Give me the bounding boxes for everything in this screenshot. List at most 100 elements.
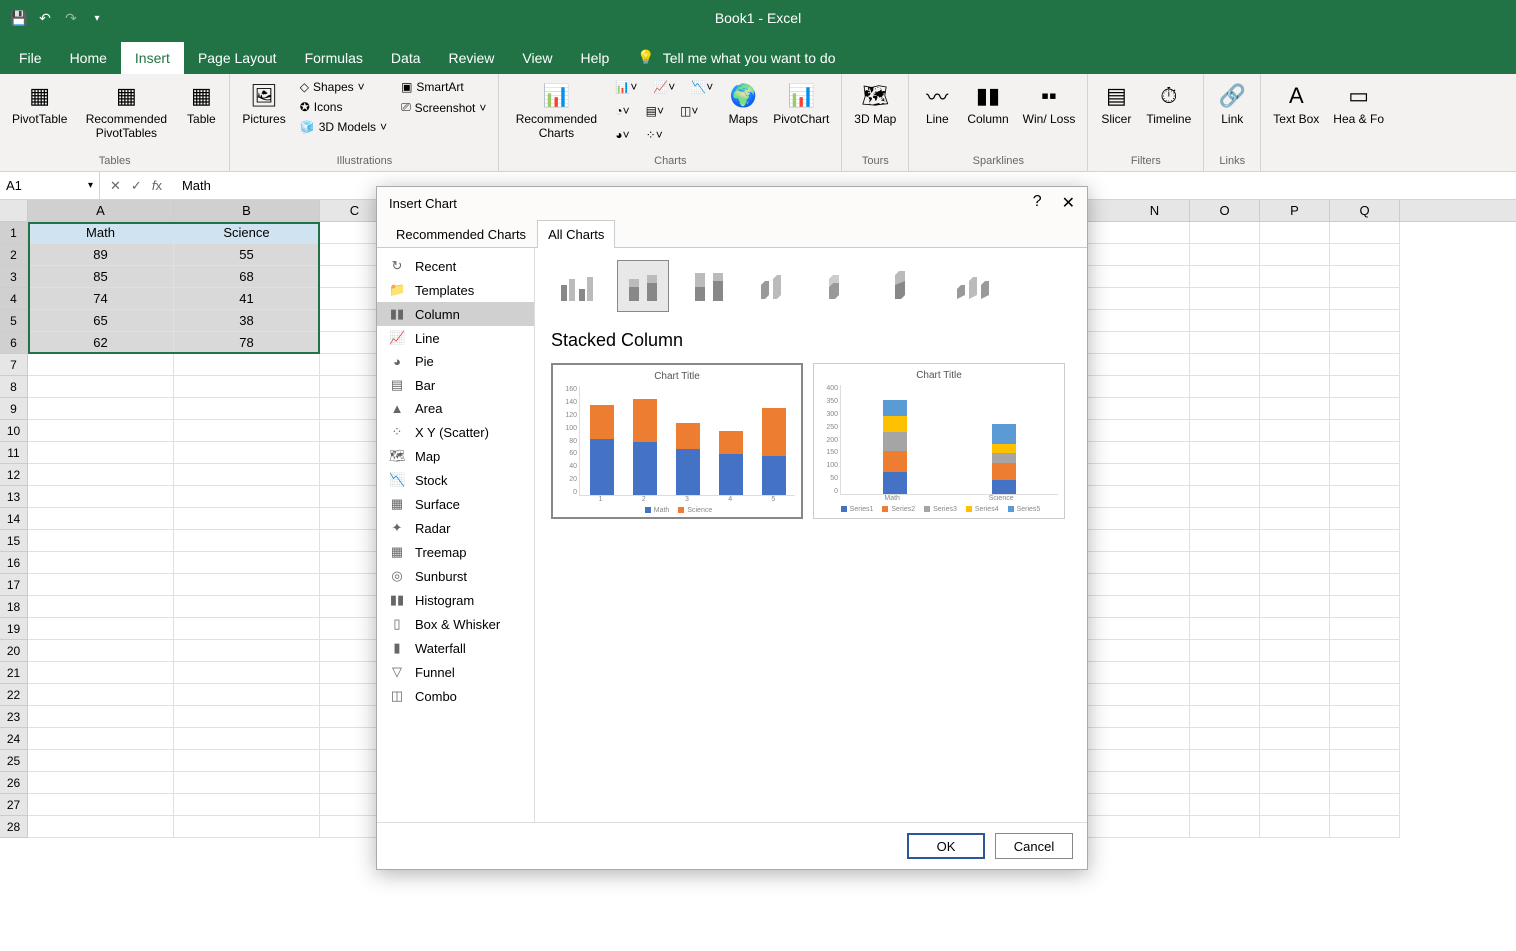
cell[interactable] [1330,244,1400,266]
cell[interactable] [174,530,320,552]
cell[interactable] [174,486,320,508]
cell[interactable] [174,508,320,530]
cell[interactable]: 38 [174,310,320,332]
cell[interactable] [1120,596,1190,618]
pivot-chart-button[interactable]: 📊PivotChart [769,78,833,128]
help-icon[interactable]: ? [1033,193,1042,213]
cell[interactable]: Math [28,222,174,244]
cell[interactable] [1260,420,1330,442]
cell[interactable]: 85 [28,266,174,288]
cell[interactable] [1120,420,1190,442]
chart-type-histogram[interactable]: ▮▮Histogram [377,588,534,612]
row-header-4[interactable]: 4 [0,288,28,310]
cell[interactable] [1120,772,1190,794]
cell[interactable] [1260,750,1330,772]
cell[interactable] [1260,596,1330,618]
shapes-button[interactable]: ◇Shapes ˅ [296,78,391,96]
cell[interactable] [28,574,174,596]
cell[interactable] [28,728,174,750]
scatter-chart-dropdown[interactable]: ⁘˅ [642,126,667,144]
cell[interactable] [1190,574,1260,596]
cell[interactable] [1190,486,1260,508]
hierarchy-chart-dropdown[interactable]: ◔˅ [611,102,633,120]
cell[interactable] [1190,288,1260,310]
chart-type-line[interactable]: 📈Line [377,326,534,350]
row-header-14[interactable]: 14 [0,508,28,530]
row-header-12[interactable]: 12 [0,464,28,486]
line-chart-dropdown[interactable]: 📈˅ [649,78,679,96]
chart-type-funnel[interactable]: ▽Funnel [377,660,534,684]
cell[interactable] [1120,618,1190,640]
cell[interactable] [1190,816,1260,838]
cell[interactable] [28,552,174,574]
row-header-13[interactable]: 13 [0,486,28,508]
cell[interactable] [28,640,174,662]
cell[interactable] [1330,684,1400,706]
cell[interactable] [1330,662,1400,684]
recommended-pivot-button[interactable]: ▦Recommended PivotTables [77,78,175,142]
cell[interactable] [1260,310,1330,332]
icons-button[interactable]: ✪Icons [296,98,391,116]
cell[interactable] [1260,618,1330,640]
cell[interactable] [1330,574,1400,596]
cell[interactable] [1260,574,1330,596]
chart-type-pie[interactable]: ◕Pie [377,350,534,373]
row-header-10[interactable]: 10 [0,420,28,442]
cell[interactable] [1120,288,1190,310]
cell[interactable] [1330,486,1400,508]
subtype-100-stacked-column[interactable] [683,260,735,312]
cell[interactable] [1120,640,1190,662]
row-header-5[interactable]: 5 [0,310,28,332]
cell[interactable] [1330,398,1400,420]
row-header-26[interactable]: 26 [0,772,28,794]
cell[interactable] [1190,618,1260,640]
cell[interactable] [174,354,320,376]
cell[interactable] [1120,508,1190,530]
cell[interactable] [174,816,320,838]
chart-type-treemap[interactable]: ▦Treemap [377,540,534,564]
cell[interactable] [174,662,320,684]
cell[interactable] [1330,618,1400,640]
cell[interactable] [28,816,174,838]
cell[interactable] [1190,376,1260,398]
row-header-24[interactable]: 24 [0,728,28,750]
cell[interactable] [174,794,320,816]
cell[interactable] [1190,508,1260,530]
cancel-icon[interactable]: ✕ [110,178,121,194]
cell[interactable] [1120,332,1190,354]
cell[interactable] [1330,728,1400,750]
combo-chart-dropdown[interactable]: ◫˅ [676,102,702,120]
header-footer-button[interactable]: ▭Hea & Fo [1329,78,1388,128]
cell[interactable] [1260,684,1330,706]
cell[interactable] [1120,354,1190,376]
cell[interactable] [174,398,320,420]
col-header-P[interactable]: P [1260,200,1330,221]
tab-all-charts[interactable]: All Charts [537,220,615,248]
subtype-3d-100-stacked[interactable] [881,260,933,312]
cell[interactable] [1190,464,1260,486]
name-box[interactable]: A1▾ [0,172,100,199]
smartart-button[interactable]: ▣SmartArt [397,78,490,96]
cell[interactable] [1330,332,1400,354]
3d-models-button[interactable]: 🧊3D Models ˅ [296,118,391,136]
tab-home[interactable]: Home [56,42,121,74]
row-header-1[interactable]: 1 [0,222,28,244]
cell[interactable] [1330,596,1400,618]
tab-help[interactable]: Help [567,42,624,74]
pivot-table-button[interactable]: ▦PivotTable [8,78,71,128]
cell[interactable] [1120,222,1190,244]
col-header-O[interactable]: O [1190,200,1260,221]
cell[interactable] [1330,376,1400,398]
cell[interactable] [1190,222,1260,244]
cell[interactable] [1330,706,1400,728]
cell[interactable] [1260,332,1330,354]
subtype-3d-clustered[interactable] [749,260,801,312]
qat-dropdown-icon[interactable]: ▾ [88,9,106,27]
cell[interactable] [1120,530,1190,552]
undo-icon[interactable]: ↶ [36,9,54,27]
cell[interactable] [1190,244,1260,266]
cell[interactable] [1330,222,1400,244]
select-all-corner[interactable] [0,200,28,221]
cell[interactable] [1260,552,1330,574]
cell[interactable] [28,398,174,420]
